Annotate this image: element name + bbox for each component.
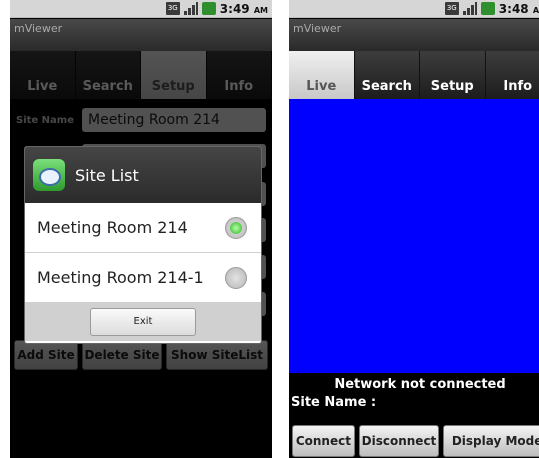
show-sitelist-button[interactable]: Show SiteList (166, 340, 268, 370)
tab-info[interactable]: Info (206, 51, 272, 99)
dialog-title: Site List (75, 165, 139, 185)
site-list-item-label: Meeting Room 214-1 (37, 268, 204, 287)
tab-search[interactable]: Search (75, 51, 141, 99)
display-mode-button[interactable]: Display Mode (443, 425, 539, 457)
tab-live[interactable]: Live (10, 51, 76, 99)
signal-icon (462, 2, 477, 15)
tab-search[interactable]: Search (354, 51, 420, 99)
app-camera-icon (33, 159, 65, 191)
right-phone-screen: 3G 3:48 AM mViewer Live Search Setup Inf… (289, 0, 539, 458)
radio-selected-icon[interactable] (225, 216, 247, 239)
3g-icon: 3G (165, 2, 180, 15)
3g-icon: 3G (444, 2, 459, 15)
app-title: mViewer (289, 19, 539, 51)
delete-site-button[interactable]: Delete Site (82, 340, 162, 370)
site-name-label: Site Name : (291, 395, 377, 410)
battery-icon (480, 2, 495, 15)
add-site-button[interactable]: Add Site (14, 340, 78, 370)
dialog-footer: Exit (25, 303, 261, 341)
signal-icon (183, 2, 198, 15)
live-button-row: Connect Disconnect Display Mode (292, 425, 539, 457)
status-bar: 3G 3:49 AM (10, 0, 272, 18)
site-name-row: Site Name Meeting Room 214 (16, 107, 266, 133)
app-title: mViewer (10, 19, 272, 51)
status-time: 3:49 AM (219, 1, 268, 16)
tab-bar: Live Search Setup Info (10, 51, 272, 99)
tab-info[interactable]: Info (485, 51, 539, 99)
site-list-item-label: Meeting Room 214 (37, 218, 188, 237)
site-list-item[interactable]: Meeting Room 214 (25, 203, 261, 253)
status-time: 3:48 AM (498, 1, 539, 16)
dialog-header: Site List (25, 147, 261, 203)
site-list-dialog: Site List Meeting Room 214 Meeting Room … (24, 146, 262, 344)
tab-setup[interactable]: Setup (141, 51, 207, 99)
setup-button-row: Add Site Delete Site Show SiteList (14, 340, 268, 370)
site-name-label: Site Name (16, 114, 74, 126)
battery-icon (201, 2, 216, 15)
site-list-item[interactable]: Meeting Room 214-1 (25, 253, 261, 303)
site-name-input[interactable]: Meeting Room 214 (82, 108, 266, 132)
disconnect-button[interactable]: Disconnect (358, 425, 440, 457)
tab-setup[interactable]: Setup (420, 51, 486, 99)
tab-bar: Live Search Setup Info (289, 51, 539, 99)
connection-status: Network not connected (334, 377, 506, 392)
live-video-view[interactable] (289, 99, 539, 373)
exit-button[interactable]: Exit (90, 308, 196, 336)
radio-unselected-icon[interactable] (225, 266, 247, 289)
left-phone-screen: 3G 3:49 AM mViewer Live Search Setup Inf… (10, 0, 272, 458)
tab-live[interactable]: Live (289, 51, 355, 99)
status-bar: 3G 3:48 AM (289, 0, 539, 18)
connect-button[interactable]: Connect (292, 425, 355, 457)
